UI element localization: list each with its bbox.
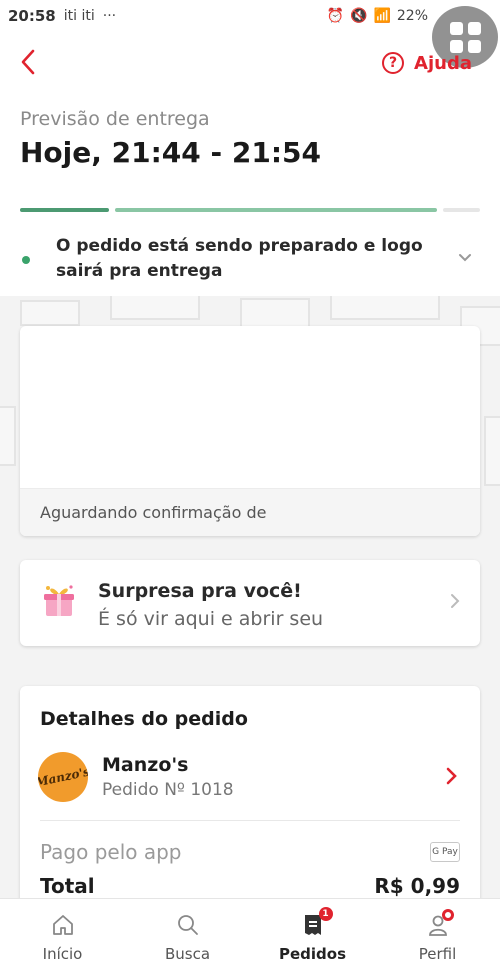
surprise-card[interactable]: Surpresa pra você! É só vir aqui e abrir… xyxy=(20,560,480,646)
gpay-icon: G Pay xyxy=(430,842,460,862)
mute-icon: 🔇 xyxy=(350,8,368,24)
profile-icon xyxy=(424,909,454,939)
chevron-down-icon xyxy=(458,248,472,267)
order-details-card: Detalhes do pedido Manzo's Manzo's Pedid… xyxy=(20,686,480,916)
store-name[interactable]: Manzo's xyxy=(102,754,189,776)
notification-dot-icon xyxy=(441,909,454,921)
total-value: R$ 0,99 xyxy=(374,874,460,898)
map-block xyxy=(240,298,310,328)
back-button[interactable] xyxy=(18,48,48,80)
receipt-icon: 1 xyxy=(299,907,333,939)
order-number: Pedido Nº 1018 xyxy=(102,780,234,800)
surprise-title: Surpresa pra você! xyxy=(98,580,302,602)
map-block xyxy=(0,406,16,466)
status-app-icons: iti iti xyxy=(63,8,95,24)
chevron-right-icon[interactable] xyxy=(446,766,458,791)
status-bar: 20:58 iti iti ··· ⏰ 🔇 📶 22% xyxy=(0,0,500,32)
store-info-card: Aguardando confirmação de xyxy=(20,326,480,536)
map-block xyxy=(20,300,80,326)
status-dot-icon xyxy=(22,256,30,264)
map-block xyxy=(484,416,500,486)
nav-label: Início xyxy=(42,945,83,963)
surprise-subtitle: É só vir aqui e abrir seu xyxy=(98,608,324,630)
estimate-time: Hoje, 21:44 - 21:54 xyxy=(20,136,322,169)
order-details-heading: Detalhes do pedido xyxy=(40,708,248,730)
status-more-icon: ··· xyxy=(102,8,117,24)
orders-badge: 1 xyxy=(318,907,333,921)
nav-item-perfil[interactable]: Perfil xyxy=(375,899,500,980)
header: ? Ajuda xyxy=(0,40,500,88)
payment-label: Pago pelo app xyxy=(40,840,182,864)
help-label: Ajuda xyxy=(414,52,472,74)
progress-step-active xyxy=(114,208,437,212)
nav-item-pedidos[interactable]: 1 Pedidos xyxy=(250,899,375,980)
alarm-icon: ⏰ xyxy=(326,8,344,24)
delivery-progress-bar xyxy=(20,208,480,212)
store-logo-text: Manzo's xyxy=(38,764,88,790)
nav-item-inicio[interactable]: Início xyxy=(0,899,125,980)
divider xyxy=(40,820,460,821)
order-status-text: O pedido está sendo preparado e logo sai… xyxy=(56,236,423,281)
estimate-label: Previsão de entrega xyxy=(20,108,210,130)
map-block xyxy=(110,296,200,320)
nav-label: Perfil xyxy=(418,945,457,963)
help-icon: ? xyxy=(382,52,405,74)
bottom-navigation: Início Busca 1 Pedidos Perfil xyxy=(0,898,500,980)
store-logo: Manzo's xyxy=(38,752,88,802)
search-icon xyxy=(174,911,202,939)
chevron-right-icon xyxy=(450,593,460,614)
battery-percent: 22% xyxy=(396,8,428,24)
wifi-icon: 📶 xyxy=(373,8,391,24)
progress-step-pending xyxy=(442,208,480,212)
status-time: 20:58 xyxy=(8,7,56,25)
progress-step-done xyxy=(20,208,109,212)
home-icon xyxy=(49,911,77,939)
store-card-footer: Aguardando confirmação de xyxy=(20,488,480,536)
gift-icon xyxy=(44,585,74,616)
chevron-left-icon xyxy=(21,49,35,75)
nav-label: Pedidos xyxy=(278,945,347,963)
nav-item-busca[interactable]: Busca xyxy=(125,899,250,980)
map-block xyxy=(330,296,440,320)
total-label: Total xyxy=(40,874,95,898)
order-status-row[interactable]: O pedido está sendo preparado e logo sai… xyxy=(20,234,480,286)
help-button[interactable]: ? Ajuda xyxy=(382,52,472,74)
nav-label: Busca xyxy=(164,945,211,963)
